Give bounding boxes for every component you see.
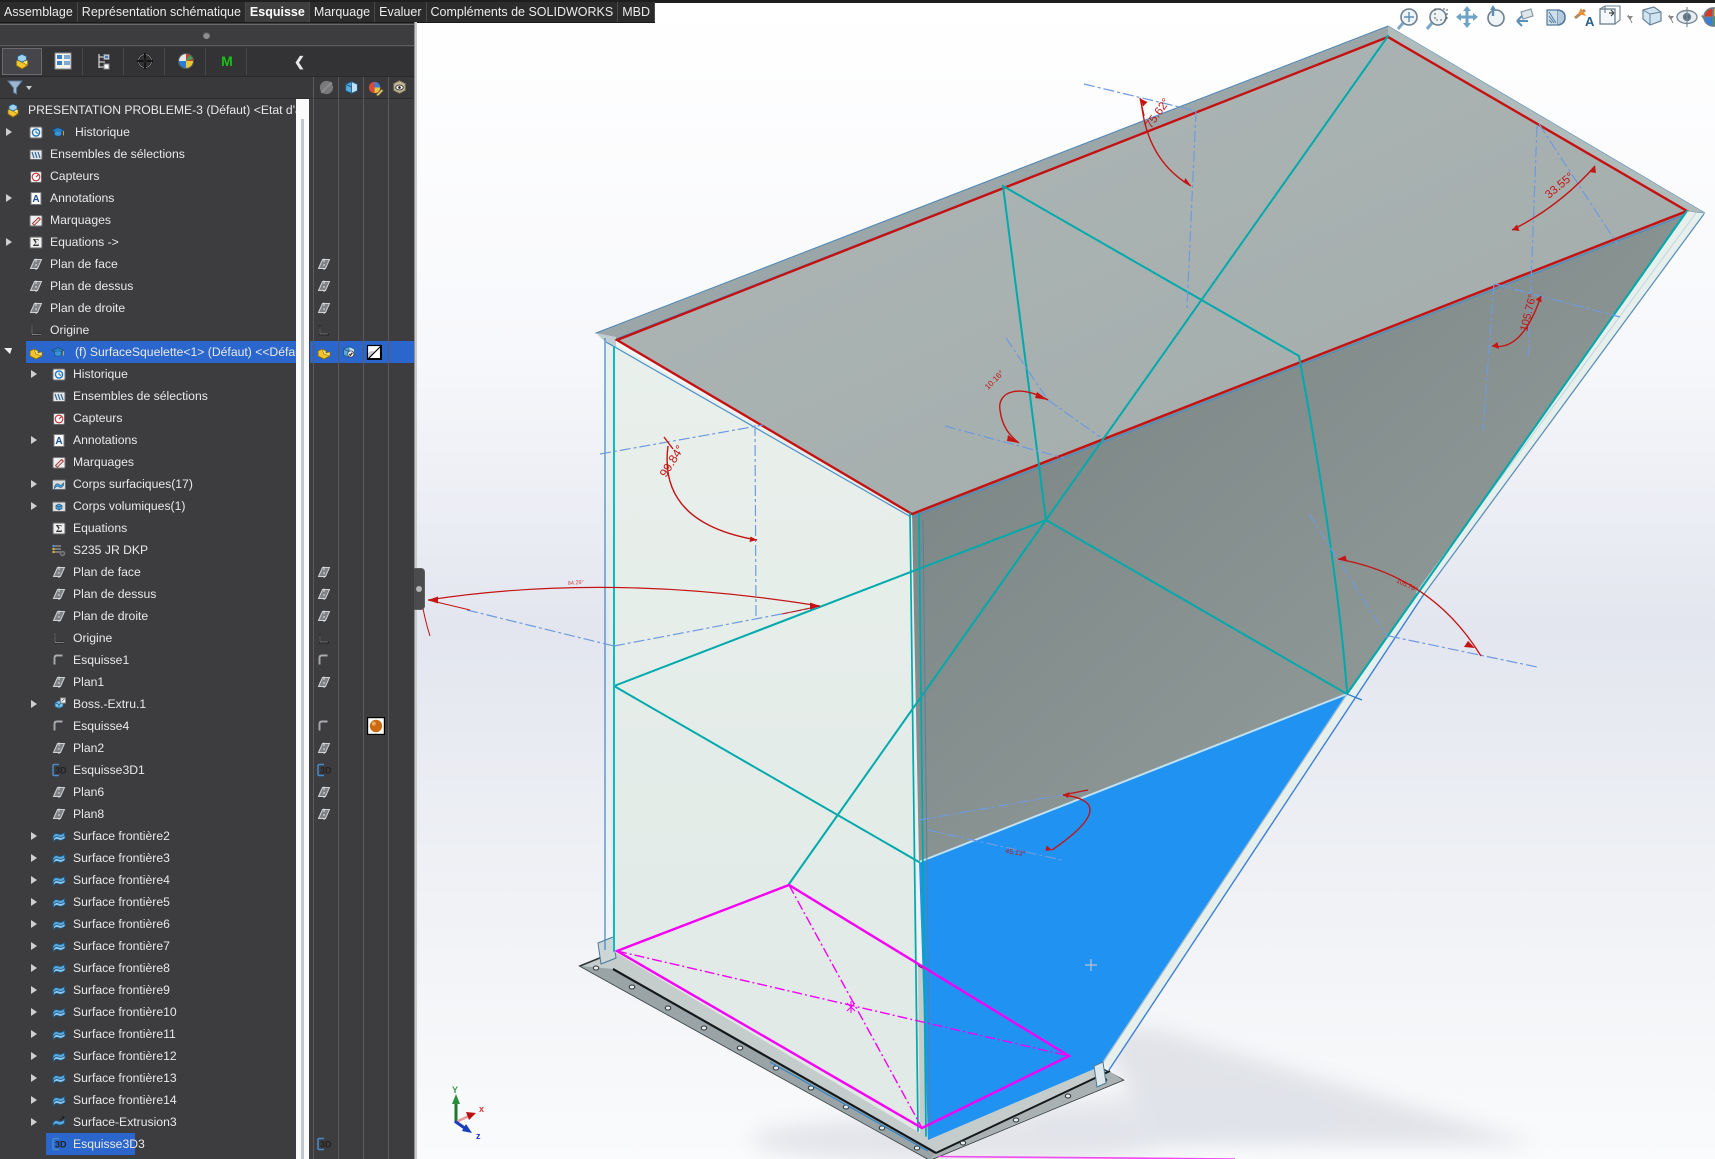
svg-text:3D: 3D — [320, 766, 332, 776]
svg-text:Σ: Σ — [33, 238, 40, 249]
svg-text:A: A — [1585, 14, 1595, 29]
svg-text:z: z — [476, 1131, 481, 1141]
svg-text:M: M — [221, 53, 233, 69]
svg-text:Σ: Σ — [56, 524, 63, 535]
svg-text:Y: Y — [452, 1085, 458, 1095]
svg-text:3D: 3D — [55, 1140, 67, 1150]
svg-text:A: A — [55, 436, 62, 447]
svg-text:x: x — [479, 1104, 484, 1114]
svg-text:3D: 3D — [55, 766, 67, 776]
svg-text:A: A — [32, 194, 39, 205]
svg-text:3D: 3D — [320, 1140, 332, 1150]
